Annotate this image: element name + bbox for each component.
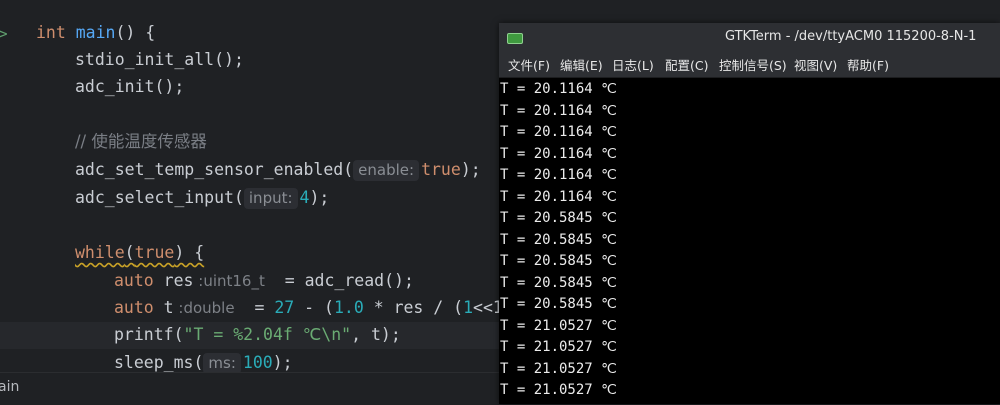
number-literal: 27 [274,298,295,317]
terminal-line: T = 21.0527 ℃ [500,382,617,398]
keyword: while [75,243,125,262]
type-hint-text: uint16_t [203,272,265,290]
terminal-line: T = 21.0527 ℃ [500,339,617,355]
terminal-output[interactable]: T = 20.1164 ℃ T = 20.1164 ℃ T = 20.1164 … [499,78,1000,404]
function-call: adc_select_input [75,188,234,207]
string-literal: "T = %2.04f ℃\n" [183,325,352,344]
code-text: (); [154,77,185,96]
menu-control-signals[interactable]: 控制信号(S) [719,55,787,74]
terminal-line: T = 20.1164 ℃ [500,188,617,205]
code-text: ( [193,353,204,372]
number-literal: 100 [242,353,273,372]
code-line-6[interactable]: adc_set_temp_sensor_enabled(enable: true)… [75,157,481,183]
code-line-3[interactable]: adc_init(); [75,74,184,100]
code-line-10[interactable]: auto res :uint16_t = adc_read(); [114,268,414,294]
code-line-11[interactable]: auto t :double = 27 - (1.0 * res / (1<<1 [114,295,503,321]
code-text: ( [343,160,354,179]
type-hint: :double [173,299,235,317]
keyword: auto [114,298,154,317]
parameter-hint: ms: [203,353,241,374]
keyword: true [421,160,461,179]
function-call: stdio_init_all [75,50,215,69]
number-literal: 4 [299,188,310,207]
parameter-hint: input: [243,188,298,209]
run-gutter-icon[interactable]: > [0,24,8,43]
while-statement: while(true) { [75,243,204,262]
code-text: (); [214,50,244,69]
code-text: * res / ( [363,298,464,317]
code-text: ( [124,243,135,262]
menu-config[interactable]: 配置(C) [665,55,708,74]
menu-help[interactable]: 帮助(F) [847,55,889,74]
type-hint: :uint16_t [193,272,265,290]
terminal-line: T = 20.5845 ℃ [500,296,617,312]
terminal-line: T = 21.0527 ℃ [500,317,617,334]
terminal-line: T = 20.5845 ℃ [500,231,617,248]
code-text: = [234,298,275,317]
code-line-2[interactable]: stdio_init_all(); [75,47,244,73]
code-text: ); [460,160,481,179]
number-literal: 1.0 [333,298,364,317]
menu-edit[interactable]: 编辑(E) [560,55,603,74]
terminal-line: T = 20.1164 ℃ [500,81,617,97]
window-titlebar[interactable]: GTKTerm - /dev/ttyACM0 115200-8-N-1 [499,23,1000,51]
keyword: auto [114,271,154,290]
function-call: adc_set_temp_sensor_enabled [75,160,344,179]
code-line-12[interactable]: printf("T = %2.04f ℃\n", t); [114,322,401,348]
type-hint-text: double [183,299,235,317]
gtkterm-window[interactable]: GTKTerm - /dev/ttyACM0 115200-8-N-1 文件(F… [499,23,1000,404]
terminal-line: T = 20.5845 ℃ [500,274,617,291]
code-line-1[interactable]: int main() { [36,20,155,46]
function-call: printf [114,325,174,344]
code-text: ); [272,353,293,372]
code-line-7[interactable]: adc_select_input(input: 4); [75,185,329,211]
menu-file[interactable]: 文件(F) [508,55,550,74]
menu-view[interactable]: 视图(V) [794,55,837,74]
terminal-line: T = 20.5845 ℃ [500,210,617,226]
code-text: () { [115,23,156,42]
terminal-line: T = 21.0527 ℃ [500,360,617,377]
function-call: adc_read [304,271,385,290]
breadcrumb[interactable]: ain [0,379,19,395]
variable-name: t [153,298,174,317]
window-title: GTKTerm - /dev/ttyACM0 115200-8-N-1 [725,29,977,44]
code-line-5[interactable]: // 使能温度传感器 [75,129,207,155]
editor-status-bar: ain [0,372,520,405]
terminal-app-icon [507,33,523,44]
code-text: = [264,271,305,290]
code-text: , t); [351,325,401,344]
keyword: true [134,243,175,262]
code-comment: // 使能温度传感器 [75,132,207,151]
code-line-9[interactable]: while(true) { [75,240,204,266]
function-call: adc_init [75,77,155,96]
code-text: ( [173,325,184,344]
terminal-line: T = 20.1164 ℃ [500,124,617,140]
variable-name: res [153,271,194,290]
function-call: sleep_ms [114,353,194,372]
terminal-line: T = 20.5845 ℃ [500,253,617,269]
number-literal: 1 [463,298,474,317]
terminal-line: T = 20.1164 ℃ [500,145,617,162]
keyword: int [36,23,66,42]
terminal-line: T = 20.1164 ℃ [500,102,617,119]
code-text: (); [384,271,414,290]
code-text: ) { [174,243,205,262]
code-text: ); [309,188,330,207]
code-text: - ( [294,298,334,317]
code-text: ( [233,188,244,207]
terminal-line: T = 20.1164 ℃ [500,167,617,183]
parameter-hint: enable: [353,160,420,181]
menu-bar: 文件(F) 编辑(E) 日志(L) 配置(C) 控制信号(S) 视图(V) 帮助… [499,51,1000,78]
menu-log[interactable]: 日志(L) [612,55,654,74]
function-name: main [75,23,116,42]
